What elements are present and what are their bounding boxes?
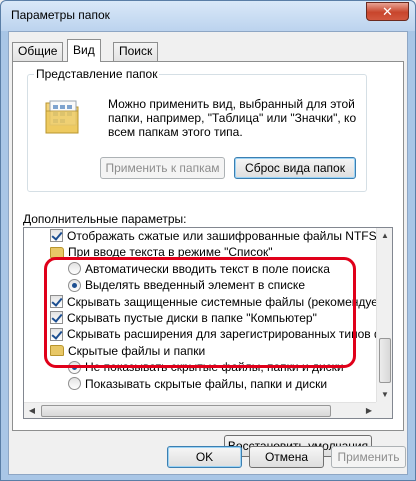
setting-label: Не показывать скрытые файлы, папки и дис… [85,360,344,375]
scroll-up-icon[interactable]: ▲ [377,228,392,244]
vertical-scroll-thumb[interactable] [379,338,391,383]
radio-button[interactable] [68,262,81,276]
setting-row[interactable]: Отображать сжатые или зашифрованные файл… [50,228,377,244]
checkbox[interactable] [50,229,63,243]
advanced-settings-list: Отображать сжатые или зашифрованные файл… [23,227,393,419]
folder-icon [50,246,64,258]
scroll-down-icon[interactable]: ▼ [377,387,392,403]
checkbox[interactable] [50,294,63,308]
setting-row[interactable]: Выделять введенный элемент в списке [68,277,377,293]
folder-views-group: Представление папок Можно применить вид,… [27,67,367,192]
apply-to-folders-button[interactable]: Применить к папкам [100,157,225,179]
checkbox[interactable] [50,327,63,341]
reset-folders-button[interactable]: Сброс вида папок [234,157,356,179]
setting-row[interactable]: Показывать скрытые файлы, папки и диски [68,376,377,392]
radio-button[interactable] [68,278,81,292]
apply-button[interactable]: Применить [331,446,406,468]
window-title: Параметры папок [11,8,110,22]
setting-row[interactable]: Скрывать расширения для зарегистрированн… [50,326,377,342]
ok-button[interactable]: OK [167,446,242,468]
title-bar[interactable]: Параметры папок ✕ [1,1,415,31]
folder-icon [50,345,64,357]
radio-button[interactable] [68,360,81,374]
vertical-scrollbar[interactable]: ▲ ▼ [376,228,392,403]
horizontal-scrollbar[interactable]: ◀ ▶ [24,402,377,418]
setting-label: Скрывать расширения для зарегистрированн… [67,327,377,342]
cancel-button[interactable]: Отмена [249,446,324,468]
checkbox[interactable] [50,311,63,325]
setting-label: Отображать сжатые или зашифрованные файл… [67,229,377,243]
radio-button[interactable] [68,376,81,390]
dialog-client-area: Общие Вид Поиск Представление папок Можн… [8,31,408,475]
setting-row[interactable]: Скрытые файлы и папки [50,343,377,359]
setting-row[interactable]: Скрывать пустые диски в папке "Компьютер… [50,310,377,326]
horizontal-scroll-thumb[interactable] [41,405,331,417]
setting-row[interactable]: Скрывать защищенные системные файлы (рек… [50,294,377,310]
scroll-left-icon[interactable]: ◀ [24,403,40,418]
scroll-corner [376,402,392,418]
setting-label: Скрытые файлы и папки [68,343,206,358]
dialog-window: Параметры папок ✕ Общие Вид Поиск Предст… [0,0,416,481]
close-button[interactable]: ✕ [366,2,409,21]
setting-label: Выделять введенный элемент в списке [85,278,305,293]
view-tab-panel: Представление папок Можно применить вид,… [12,61,404,457]
setting-label: Скрывать защищенные системные файлы (рек… [67,294,377,309]
tab-general[interactable]: Общие [12,42,64,61]
setting-row[interactable]: Не показывать скрытые файлы, папки и дис… [68,359,377,375]
folder-views-description: Можно применить вид, выбранный для этой … [108,97,357,139]
setting-label: Скрывать пустые диски в папке "Компьютер… [67,311,317,325]
tab-search[interactable]: Поиск [113,42,159,61]
advanced-settings-label: Дополнительные параметры: [23,212,187,226]
folder-views-legend: Представление папок [34,67,160,81]
settings-tree: Отображать сжатые или зашифрованные файл… [24,228,377,403]
tab-view[interactable]: Вид [67,39,101,62]
scroll-right-icon[interactable]: ▶ [361,403,377,418]
setting-label: Показывать скрытые файлы, папки и диски [85,376,328,391]
setting-row[interactable]: При вводе текста в режиме "Список" [50,244,377,260]
setting-label: Автоматически вводить текст в поле поиск… [85,261,330,276]
folder-view-icon [45,100,79,134]
setting-label: При вводе текста в режиме "Список" [68,245,273,260]
setting-row[interactable]: Автоматически вводить текст в поле поиск… [68,261,377,277]
